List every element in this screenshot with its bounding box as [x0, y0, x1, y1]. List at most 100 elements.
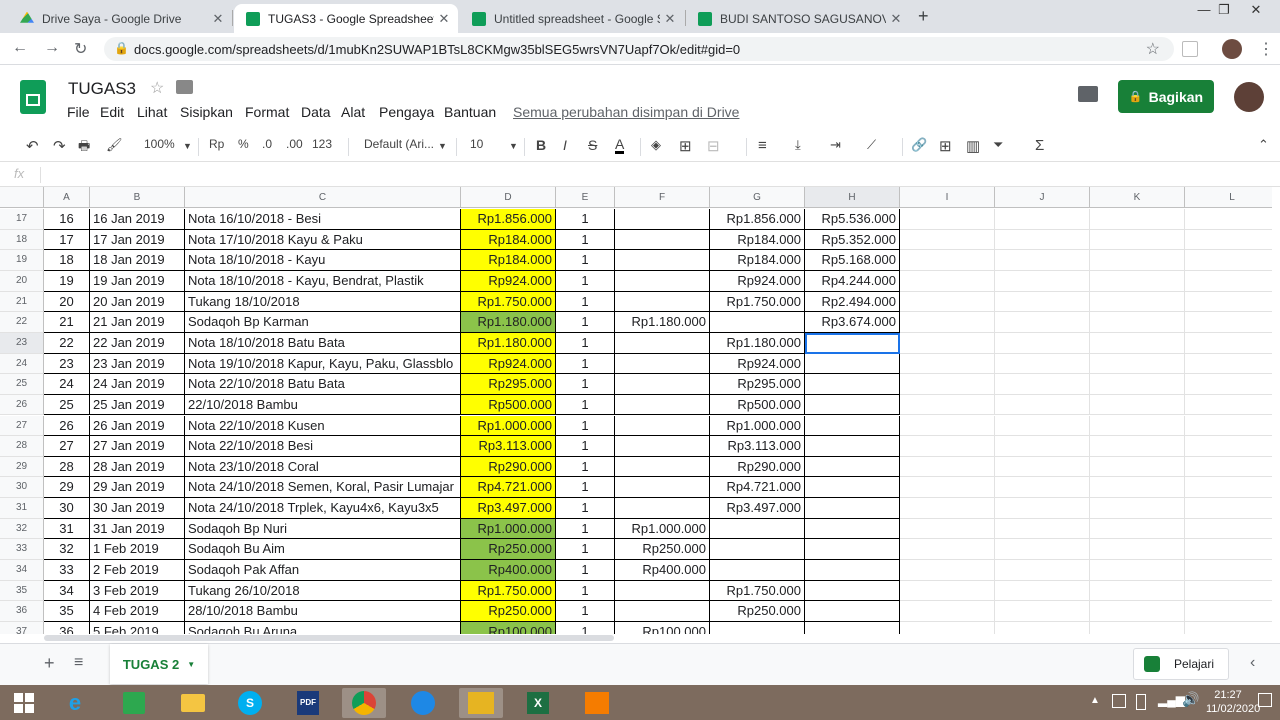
cell-e[interactable]: 1	[556, 291, 615, 313]
cell-c[interactable]: Nota 18/10/2018 - Kayu, Bendrat, Plastik	[185, 270, 461, 292]
sheet-tab-tugas2[interactable]: TUGAS 2 ▼	[110, 644, 208, 684]
cell-b[interactable]: 26 Jan 2019	[90, 415, 185, 437]
cell-empty[interactable]	[900, 498, 995, 519]
cell-c[interactable]: 22/10/2018 Bambu	[185, 394, 461, 416]
video-editor-icon[interactable]	[459, 688, 503, 718]
cell-h[interactable]: Rp3.674.000	[805, 312, 900, 333]
cell-e[interactable]: 1	[556, 250, 615, 271]
column-header[interactable]: K	[1090, 187, 1185, 208]
new-tab-icon[interactable]: +	[918, 6, 929, 27]
cell-empty[interactable]	[995, 622, 1090, 634]
tab-tugas3[interactable]: TUGAS3 - Google Spreadsheet ✕	[234, 4, 458, 33]
cell-empty[interactable]	[1090, 539, 1185, 561]
cell-h[interactable]: Rp4.244.000	[805, 270, 900, 292]
cell-c[interactable]: Nota 23/10/2018 Coral	[185, 456, 461, 478]
cell-f[interactable]	[615, 477, 710, 499]
cell-empty[interactable]	[900, 518, 995, 540]
cell-h[interactable]	[805, 456, 900, 478]
borders-icon[interactable]: ⊞	[679, 137, 692, 155]
cell-empty[interactable]	[1090, 415, 1185, 437]
cell-h[interactable]	[805, 622, 900, 634]
notifications-icon[interactable]	[1258, 693, 1272, 707]
menu-data[interactable]: Data	[301, 104, 331, 120]
sheets-logo-icon[interactable]	[20, 80, 46, 114]
cell-empty[interactable]	[1090, 498, 1185, 519]
menu-addons[interactable]: Pengaya	[379, 104, 434, 120]
explore-button[interactable]: Pelajari	[1133, 648, 1229, 680]
cell-empty[interactable]	[1185, 457, 1272, 478]
comments-icon[interactable]	[1078, 86, 1098, 102]
row-header[interactable]: 26	[0, 394, 44, 416]
cell-d[interactable]: Rp400.000	[461, 560, 556, 581]
fill-color-icon[interactable]: ◈	[651, 137, 661, 153]
windows-start-icon[interactable]	[2, 688, 46, 718]
cell-g[interactable]: Rp500.000	[710, 394, 805, 416]
text-color-icon[interactable]: A	[615, 137, 625, 154]
cell-empty[interactable]	[1185, 271, 1272, 292]
cell-empty[interactable]	[1090, 374, 1185, 395]
cell-f[interactable]	[615, 229, 710, 251]
forward-icon[interactable]: →	[44, 39, 60, 57]
row-header[interactable]: 33	[0, 539, 44, 561]
cell-c[interactable]: Sodaqoh Pak Affan	[185, 560, 461, 581]
cell-a[interactable]: 24	[44, 374, 90, 395]
cell-empty[interactable]	[995, 580, 1090, 602]
cell-e[interactable]: 1	[556, 560, 615, 581]
bold-icon[interactable]: B	[536, 137, 546, 153]
cell-a[interactable]: 17	[44, 229, 90, 251]
cell-h[interactable]	[805, 539, 900, 561]
font-select[interactable]: Default (Ari...	[364, 137, 434, 151]
cell-b[interactable]: 24 Jan 2019	[90, 374, 185, 395]
cell-h[interactable]	[805, 477, 900, 499]
cell-g[interactable]: Rp1.000.000	[710, 415, 805, 437]
more-formats-button[interactable]: 123	[312, 137, 332, 151]
horizontal-scrollbar[interactable]	[44, 635, 614, 641]
cell-h[interactable]	[805, 498, 900, 519]
cell-empty[interactable]	[1090, 312, 1185, 333]
cell-empty[interactable]	[1090, 477, 1185, 499]
cell-empty[interactable]	[1185, 354, 1272, 375]
cell-c[interactable]: Nota 24/10/2018 Trplek, Kayu4x6, Kayu3x5	[185, 498, 461, 519]
menu-tools[interactable]: Alat	[341, 104, 365, 120]
cell-e[interactable]: 1	[556, 498, 615, 519]
cell-empty[interactable]	[1185, 622, 1272, 634]
cell-f[interactable]	[615, 580, 710, 602]
column-header[interactable]: C	[185, 187, 461, 208]
row-header[interactable]: 19	[0, 250, 44, 271]
cell-b[interactable]: 19 Jan 2019	[90, 270, 185, 292]
row-header[interactable]: 31	[0, 498, 44, 519]
cell-e[interactable]: 1	[556, 456, 615, 478]
cell-d[interactable]: Rp1.750.000	[461, 291, 556, 313]
cell-empty[interactable]	[995, 601, 1090, 622]
cell-a[interactable]: 23	[44, 353, 90, 375]
cell-d[interactable]: Rp1.180.000	[461, 312, 556, 333]
cell-empty[interactable]	[900, 601, 995, 622]
cell-d[interactable]: Rp250.000	[461, 601, 556, 622]
row-header[interactable]: 37	[0, 622, 44, 634]
column-header[interactable]: E	[556, 187, 615, 208]
cell-empty[interactable]	[995, 312, 1090, 333]
cell-empty[interactable]	[995, 270, 1090, 292]
cell-h[interactable]	[805, 436, 900, 457]
row-header[interactable]: 24	[0, 353, 44, 375]
cell-f[interactable]: Rp250.000	[615, 539, 710, 561]
cell-empty[interactable]	[900, 229, 995, 251]
close-icon[interactable]: ✕	[434, 11, 454, 27]
cell-a[interactable]: 34	[44, 580, 90, 602]
cell-b[interactable]: 20 Jan 2019	[90, 291, 185, 313]
tab-untitled[interactable]: Untitled spreadsheet - Google Sp ✕	[460, 4, 684, 33]
cell-b[interactable]: 30 Jan 2019	[90, 498, 185, 519]
cell-empty[interactable]	[1090, 436, 1185, 457]
add-sheet-icon[interactable]: +	[44, 653, 55, 674]
cell-a[interactable]: 21	[44, 312, 90, 333]
cell-a[interactable]: 22	[44, 332, 90, 354]
cell-c[interactable]: 28/10/2018 Bambu	[185, 601, 461, 622]
cell-h[interactable]	[805, 560, 900, 581]
url-field[interactable]: 🔒 docs.google.com/spreadsheets/d/1mubKn2…	[104, 37, 1174, 61]
cell-e[interactable]: 1	[556, 539, 615, 561]
pdf-icon[interactable]: PDF	[286, 688, 330, 718]
cell-empty[interactable]	[995, 353, 1090, 375]
zoom-select[interactable]: 100%	[144, 137, 175, 151]
cell-d[interactable]: Rp3.497.000	[461, 498, 556, 519]
cell-c[interactable]: Sodaqoh Bu Aruna	[185, 622, 461, 634]
